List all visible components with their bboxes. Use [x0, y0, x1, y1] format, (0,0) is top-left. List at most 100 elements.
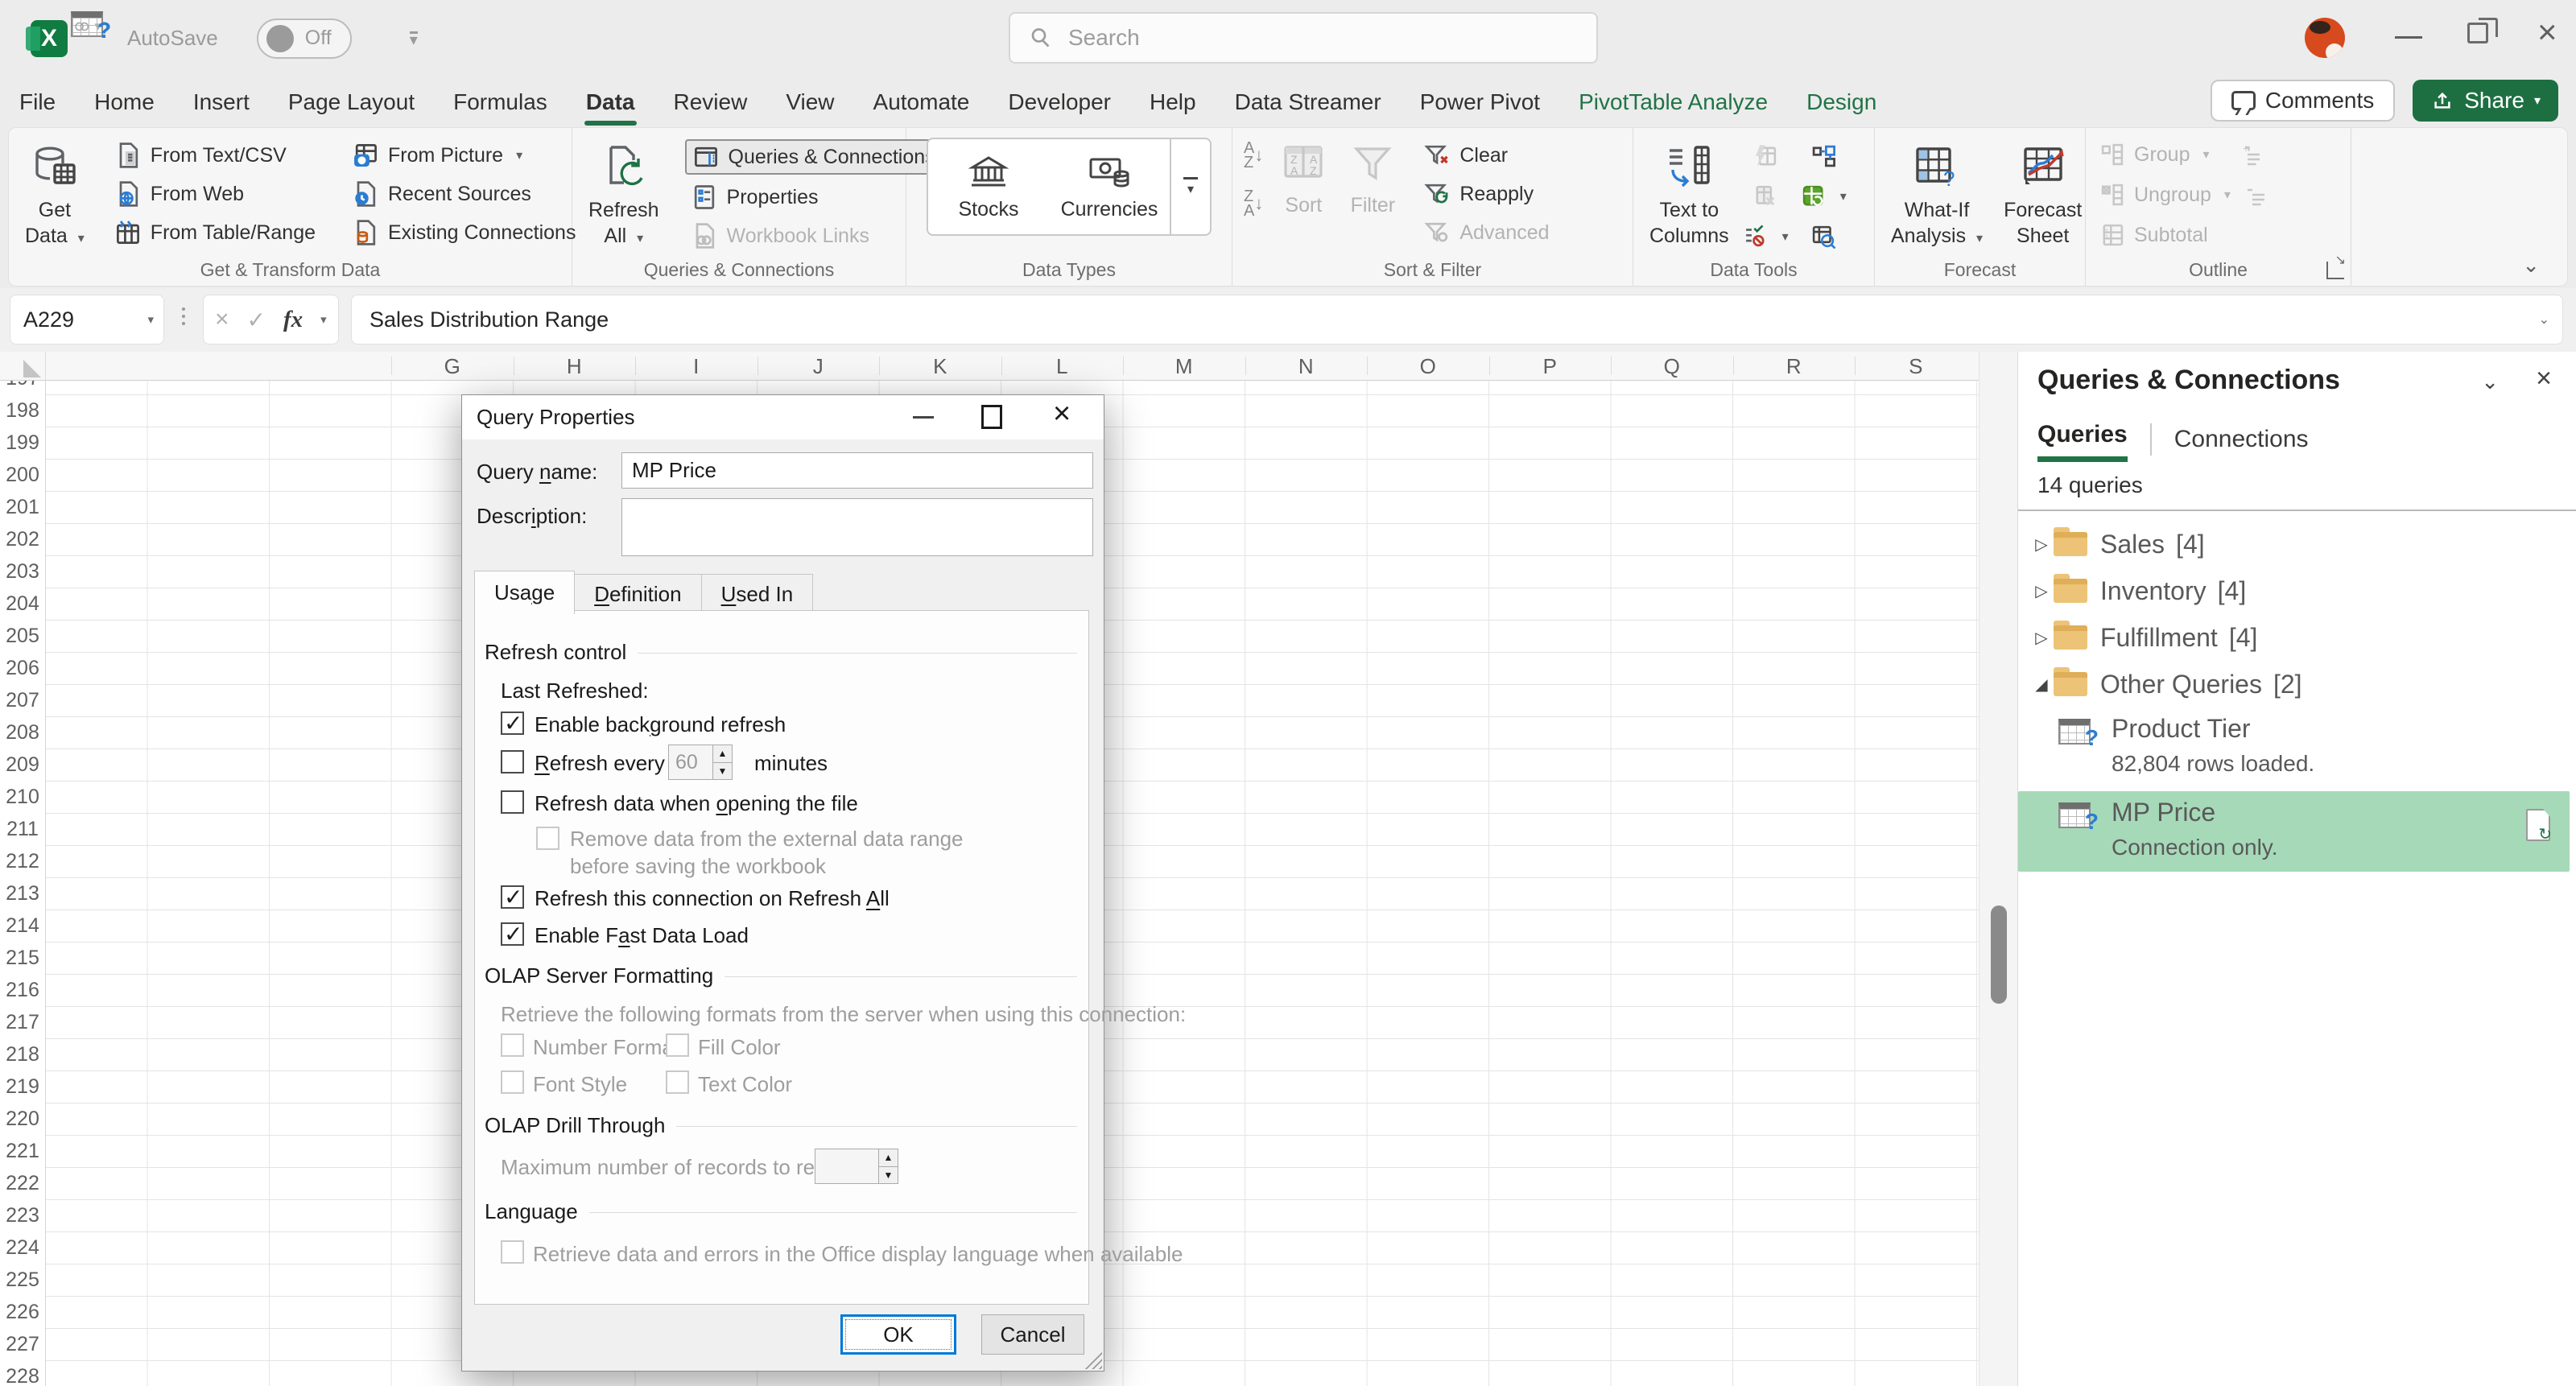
ribbon-tab-review[interactable]: Review — [654, 76, 767, 127]
pane-close-icon[interactable]: × — [2536, 363, 2552, 394]
remove-duplicates-icon[interactable] — [1742, 183, 1789, 210]
max-records-spinner[interactable]: ▲▼ — [815, 1149, 898, 1184]
query-row-product-tier[interactable]: Product Tier82,804 rows loaded. — [2018, 707, 2570, 788]
column-header-N[interactable]: N — [1245, 352, 1368, 381]
checkbox-office-language[interactable] — [501, 1240, 524, 1264]
window-restore-button[interactable] — [2467, 23, 2488, 43]
refresh-all-button[interactable]: RefreshAll ▾ — [580, 136, 667, 257]
dialog-title-bar[interactable]: Query Properties — [462, 395, 1104, 439]
manage-data-model-button[interactable]: ▾ — [1800, 183, 1847, 210]
excel-app-icon[interactable] — [31, 20, 68, 57]
text-to-columns-button[interactable]: Text toColumns — [1641, 136, 1737, 254]
row-header-214[interactable]: 214 — [0, 910, 45, 942]
sort-button[interactable]: ZAAZ Sort — [1271, 136, 1335, 223]
folder-row-inventory[interactable]: ▷Inventory[4] — [2018, 567, 2576, 614]
folder-row-fulfillment[interactable]: ▷Fulfillment[4] — [2018, 614, 2576, 661]
what-if-analysis-button[interactable]: ? What-IfAnalysis ▾ — [1883, 136, 1991, 257]
spin-up-icon[interactable]: ▲ — [879, 1149, 898, 1167]
ribbon-tab-insert[interactable]: Insert — [174, 76, 269, 127]
ribbon-tab-formulas[interactable]: Formulas — [434, 76, 567, 127]
chevron-collapsed-icon[interactable]: ▷ — [2029, 628, 2054, 648]
autosave-toggle[interactable]: Off — [257, 19, 352, 59]
tab-definition[interactable]: Definition — [574, 574, 701, 614]
checkbox-refresh-on-refresh-all[interactable] — [501, 885, 524, 909]
ribbon-tab-data[interactable]: Data — [567, 76, 654, 127]
row-header-225[interactable]: 225 — [0, 1264, 45, 1296]
row-header-199[interactable]: 199 — [0, 427, 45, 459]
formula-bar-handle[interactable] — [182, 307, 185, 325]
comments-button[interactable]: Comments — [2211, 80, 2395, 122]
window-close-button[interactable]: × — [2537, 13, 2557, 52]
search-input[interactable]: Search — [1009, 12, 1598, 64]
row-header-221[interactable]: 221 — [0, 1135, 45, 1167]
scrollbar-thumb[interactable] — [1991, 905, 2007, 1004]
ribbon-tab-automate[interactable]: Automate — [854, 76, 989, 127]
chevron-expanded-icon[interactable]: ◢ — [2029, 674, 2054, 695]
row-header-226[interactable]: 226 — [0, 1296, 45, 1328]
link-icon[interactable]: ▾ — [71, 11, 103, 37]
dialog-minimize-button[interactable] — [913, 416, 934, 419]
chevron-collapsed-icon[interactable]: ▷ — [2029, 534, 2054, 555]
collapse-ribbon-icon[interactable]: ⌄ — [2522, 253, 2540, 278]
checkbox-refresh-every[interactable] — [501, 750, 524, 773]
column-header-J[interactable]: J — [758, 352, 880, 381]
spin-down-icon[interactable]: ▼ — [879, 1167, 898, 1184]
data-validation-button[interactable]: ▾ — [1742, 223, 1789, 250]
row-header-202[interactable]: 202 — [0, 523, 45, 555]
from-picture-button[interactable]: From Picture ▾ — [346, 139, 580, 171]
spin-up-icon[interactable]: ▲ — [713, 745, 732, 763]
sort-ascending-button[interactable]: AZ↓ — [1241, 139, 1266, 171]
pane-tab-queries[interactable]: Queries — [2037, 416, 2128, 462]
row-header-213[interactable]: 213 — [0, 877, 45, 910]
folder-row-sales[interactable]: ▷Sales[4] — [2018, 521, 2576, 567]
cancel-button[interactable]: Cancel — [981, 1314, 1084, 1355]
row-header-198[interactable]: 198 — [0, 394, 45, 427]
row-header-218[interactable]: 218 — [0, 1038, 45, 1070]
column-header-M[interactable]: M — [1123, 352, 1245, 381]
checkbox-font-style[interactable] — [501, 1070, 524, 1094]
from-web-button[interactable]: From Web — [109, 178, 320, 210]
ribbon-tab-file[interactable]: File — [0, 76, 75, 127]
query-row-mp-price[interactable]: MP PriceConnection only. — [2018, 791, 2570, 872]
workbook-links-button[interactable]: Workbook Links — [685, 220, 942, 252]
subtotal-button[interactable]: ++ Subtotal — [2094, 220, 2274, 250]
column-header-S[interactable]: S — [1855, 352, 1977, 381]
row-header-217[interactable]: 217 — [0, 1006, 45, 1038]
tab-used-in[interactable]: Used In — [701, 574, 814, 614]
existing-connections-button[interactable]: Existing Connections — [346, 217, 580, 249]
row-header-224[interactable]: 224 — [0, 1231, 45, 1264]
window-minimize-button[interactable] — [2395, 23, 2422, 39]
show-detail-icon[interactable]: + — [2240, 142, 2264, 167]
hide-detail-icon[interactable] — [2245, 183, 2269, 207]
stocks-data-type[interactable]: Stocks — [928, 139, 1049, 234]
column-header-G[interactable]: G — [391, 352, 514, 381]
row-header-212[interactable]: 212 — [0, 845, 45, 877]
dropdown-caret-icon[interactable]: ▾ — [94, 19, 101, 35]
share-button[interactable]: Share ▾ — [2413, 80, 2558, 122]
checkbox-fast-data-load[interactable] — [501, 922, 524, 946]
row-header-201[interactable]: 201 — [0, 491, 45, 523]
ribbon-tab-data-streamer[interactable]: Data Streamer — [1216, 76, 1401, 127]
row-header-228[interactable]: 228 — [0, 1360, 45, 1386]
select-all-corner[interactable] — [0, 352, 46, 381]
group-button[interactable]: Group ▾ + — [2094, 139, 2274, 170]
ribbon-tab-pivottable-analyze[interactable]: PivotTable Analyze — [1559, 76, 1787, 127]
ribbon-tab-help[interactable]: Help — [1130, 76, 1216, 127]
data-types-more-button[interactable]: ▾ — [1170, 139, 1210, 234]
pane-collapse-icon[interactable]: ⌄ — [2481, 369, 2499, 394]
avatar[interactable] — [2305, 18, 2345, 58]
fx-caret-icon[interactable]: ▾ — [320, 312, 327, 327]
ribbon-tab-design[interactable]: Design — [1787, 76, 1896, 127]
query-name-input[interactable]: MP Price — [621, 452, 1093, 489]
ribbon-tab-page-layout[interactable]: Page Layout — [269, 76, 434, 127]
row-header-207[interactable]: 207 — [0, 684, 45, 716]
row-header-222[interactable]: 222 — [0, 1167, 45, 1199]
row-header-204[interactable]: 204 — [0, 588, 45, 620]
folder-row-other-queries[interactable]: ◢Other Queries[2] — [2018, 661, 2576, 707]
filter-button[interactable]: Filter — [1340, 136, 1405, 223]
properties-button[interactable]: Properties — [685, 181, 942, 213]
relationships-icon[interactable] — [1800, 223, 1847, 250]
expand-formula-bar-icon[interactable]: ⌄ — [2539, 311, 2549, 328]
insert-function-icon[interactable]: fx — [283, 307, 303, 333]
column-header-P[interactable]: P — [1489, 352, 1612, 381]
